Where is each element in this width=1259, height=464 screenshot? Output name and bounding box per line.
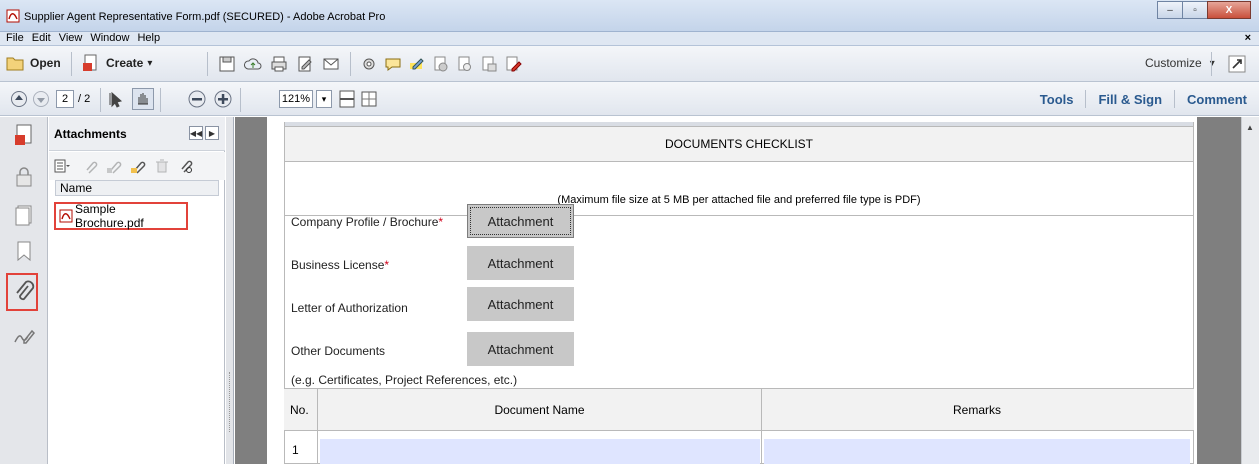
scroll-up-icon[interactable]: ▲ (1246, 123, 1254, 132)
remarks-field[interactable] (764, 439, 1190, 464)
document-sign-icon[interactable] (504, 55, 522, 73)
remarks-column-header: Remarks (952, 403, 1001, 417)
highlight-text-icon[interactable] (408, 55, 426, 73)
no-column-header: No. (290, 403, 309, 417)
navigation-toolbar: 2 / 2 121% ▾ Tools Fill & Sign Comment (0, 82, 1259, 116)
zoom-in-icon[interactable] (214, 90, 232, 108)
letter-of-authorization-label: Letter of Authorization (291, 301, 408, 315)
menu-window[interactable]: Window (86, 32, 133, 45)
close-document-button[interactable]: × (1245, 32, 1251, 45)
page-number-input[interactable]: 2 (56, 90, 74, 108)
collapse-panel-icon[interactable]: ◀◀ (189, 126, 203, 140)
save-icon[interactable] (218, 55, 236, 73)
main-toolbar: Open Create ▾ Customize ▾ (0, 46, 1259, 82)
folder-icon (6, 54, 24, 72)
open-attachment-icon[interactable] (82, 158, 98, 174)
pdf-file-icon (59, 209, 73, 223)
edit-document-icon[interactable] (296, 55, 314, 73)
fit-page-icon[interactable] (338, 90, 356, 108)
select-cursor-icon[interactable] (108, 90, 126, 108)
other-documents-label: Other Documents (291, 344, 386, 358)
documents-table: No. Document Name Remarks 1 (284, 388, 1194, 464)
stamp-icon[interactable] (432, 55, 450, 73)
attachment-name: Sample Brochure.pdf (75, 202, 144, 230)
next-page-icon[interactable] (32, 90, 50, 108)
fit-width-icon[interactable] (360, 90, 378, 108)
task-pane-links: Tools Fill & Sign Comment (1028, 82, 1259, 116)
zoom-level-input[interactable]: 121% (279, 90, 313, 108)
other-documents-attachment-button[interactable]: Attachment (467, 332, 574, 366)
window-titlebar: Supplier Agent Representative Form.pdf (… (0, 0, 1259, 32)
tools-link[interactable]: Tools (1028, 92, 1086, 107)
document-name-field[interactable] (320, 439, 760, 464)
document-name-column-header: Document Name (494, 403, 585, 417)
panel-splitter[interactable] (226, 117, 234, 464)
open-label: Open (30, 56, 61, 70)
maximize-button[interactable]: ▫ (1182, 1, 1208, 19)
expand-view-icon[interactable] (1228, 55, 1246, 73)
close-window-button[interactable]: X (1207, 1, 1251, 19)
row-number: 1 (292, 443, 299, 457)
window-title: Supplier Agent Representative Form.pdf (… (24, 11, 386, 23)
company-profile-attachment-button[interactable]: Attachment (467, 204, 574, 238)
comment-link[interactable]: Comment (1175, 92, 1259, 107)
panel-options-icon[interactable]: ▶ (205, 126, 219, 140)
attachments-title: Attachments (54, 127, 127, 141)
business-license-label: Business License* (291, 258, 390, 272)
business-license-attachment-button[interactable]: Attachment (467, 246, 574, 280)
attachments-panel: Attachments ◀◀ ▶ Name Sample Brochure.pd… (49, 117, 225, 464)
vertical-scrollbar[interactable]: ▲ (1241, 117, 1259, 464)
previous-page-icon[interactable] (10, 90, 28, 108)
paperclip-icon[interactable] (12, 280, 36, 304)
other-documents-hint: (e.g. Certificates, Project References, … (291, 373, 518, 387)
attachments-toolbar (49, 152, 225, 180)
document-compare-icon[interactable] (456, 55, 474, 73)
zoom-dropdown-button[interactable]: ▾ (316, 90, 332, 108)
options-menu-icon[interactable] (54, 158, 70, 174)
customize-label: Customize (1145, 56, 1202, 70)
menu-view[interactable]: View (55, 32, 87, 45)
lock-icon[interactable] (12, 165, 36, 189)
window-controls: – ▫ X (1157, 1, 1251, 19)
signature-icon[interactable] (12, 323, 36, 347)
email-icon[interactable] (322, 55, 340, 73)
letter-of-authorization-attachment-button[interactable]: Attachment (467, 287, 574, 321)
create-caret-icon: ▾ (147, 57, 153, 69)
comment-bubble-icon[interactable] (384, 55, 402, 73)
page-thumbnail-icon[interactable] (12, 123, 36, 147)
search-attachment-icon[interactable] (178, 158, 194, 174)
menu-edit[interactable]: Edit (28, 32, 55, 45)
menu-help[interactable]: Help (133, 32, 164, 45)
documents-checklist-form: DOCUMENTS CHECKLIST (Maximum file size a… (284, 122, 1194, 464)
minimize-button[interactable]: – (1157, 1, 1183, 19)
menu-file[interactable]: File (0, 32, 28, 45)
cloud-upload-icon[interactable] (244, 55, 262, 73)
gear-icon[interactable] (360, 55, 378, 73)
zoom-out-icon[interactable] (188, 90, 206, 108)
delete-attachment-icon[interactable] (154, 158, 170, 174)
save-attachment-icon[interactable] (106, 158, 122, 174)
create-button[interactable]: Create ▾ (82, 54, 152, 72)
company-profile-label: Company Profile / Brochure* (291, 215, 444, 229)
document-share-icon[interactable] (480, 55, 498, 73)
create-pdf-icon (82, 54, 100, 72)
fill-sign-link[interactable]: Fill & Sign (1086, 92, 1174, 107)
print-icon[interactable] (270, 55, 288, 73)
bookmark-icon[interactable] (12, 239, 36, 263)
acrobat-pdf-icon (6, 9, 20, 23)
navigation-pane-rail (0, 117, 48, 464)
menu-bar: File Edit View Window Help × (0, 32, 1259, 46)
customize-dropdown[interactable]: Customize ▾ (1145, 56, 1215, 70)
open-button[interactable]: Open (6, 54, 61, 72)
section-subtitle: (Maximum file size at 5 MB per attached … (285, 184, 1193, 216)
page-total: / 2 (78, 93, 91, 105)
pages-icon[interactable] (12, 203, 36, 227)
hand-tool-icon[interactable] (132, 88, 154, 110)
create-label: Create (106, 56, 144, 70)
section-title: DOCUMENTS CHECKLIST (285, 126, 1193, 162)
attachments-header: Attachments ◀◀ ▶ (49, 117, 225, 151)
name-column-header[interactable]: Name (55, 180, 219, 196)
attachment-item[interactable]: Sample Brochure.pdf (54, 202, 188, 230)
add-attachment-icon[interactable] (130, 158, 146, 174)
